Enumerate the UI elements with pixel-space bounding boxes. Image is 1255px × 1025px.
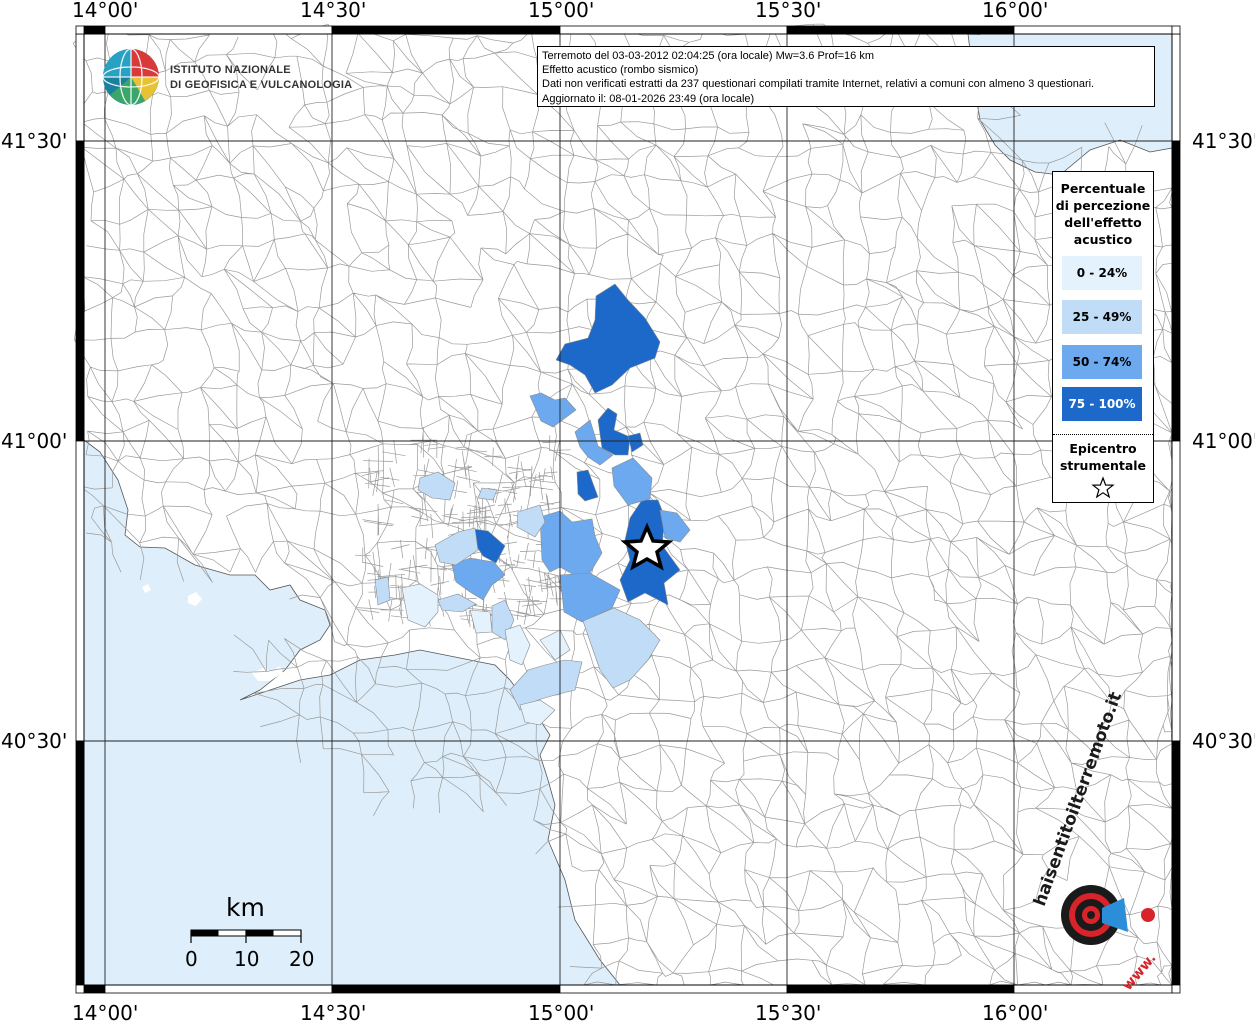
star-icon [1091,476,1115,499]
lon-label-top: 15°30' [755,0,822,22]
ingv-globe-icon [102,48,160,106]
legend-class-50-74: 50 - 74% [1062,345,1142,379]
lon-label-top: 14°00' [72,0,139,22]
brand-text: haisentitoilterremoto.it www. [1030,689,1160,994]
legend-class-75-100: 75 - 100% [1062,387,1142,421]
legend-epicenter-label: Epicentro strumentale [1059,441,1147,473]
lat-label-right: 41°30' [1192,129,1255,153]
lat-label-left: 41°00' [1,429,68,453]
event-info-box: Terremoto del 03-03-2012 02:04:25 (ora l… [537,46,1155,107]
event-updated: Aggiornato il: 08-01-2026 23:49 (ora loc… [542,92,755,105]
logo-line-2: DI GEOFISICA E VULCANOLOGIA [170,79,353,91]
lon-label-top: 15°00' [528,0,595,22]
lon-label-bottom: 14°00' [72,1001,139,1025]
lon-label-bottom: 16°00' [982,1001,1049,1025]
scale-tick: 0 [185,947,198,971]
legend-class-0-24: 0 - 24% [1062,256,1142,290]
event-data-note: Dati non verificati estratti da 237 ques… [542,78,1095,91]
event-effect: Effetto acustico (rombo sismico) [542,64,699,77]
lon-label-bottom: 15°00' [528,1001,595,1025]
legend-class-25-49: 25 - 49% [1062,300,1142,334]
scale-tick: 20 [289,947,315,971]
legend: Percentuale di percezione dell'effetto a… [1052,171,1154,503]
lat-label-right: 41°00' [1192,429,1255,453]
scale-unit: km [226,893,265,922]
lon-label-top: 16°00' [982,0,1049,22]
legend-title: Percentuale di percezione dell'effetto a… [1055,181,1151,247]
scale-tick: 10 [234,947,260,971]
lat-label-right: 40°30' [1192,729,1255,753]
lat-label-left: 40°30' [1,729,68,753]
event-title: Terremoto del 03-03-2012 02:04:25 (ora l… [542,50,875,62]
lat-label-left: 41°30' [1,129,68,153]
lon-label-bottom: 14°30' [300,1001,367,1025]
lon-label-top: 14°30' [300,0,367,22]
legend-separator [1053,434,1153,435]
lon-label-bottom: 15°30' [755,1001,822,1025]
logo-line-1: ISTITUTO NAZIONALE [170,64,291,76]
